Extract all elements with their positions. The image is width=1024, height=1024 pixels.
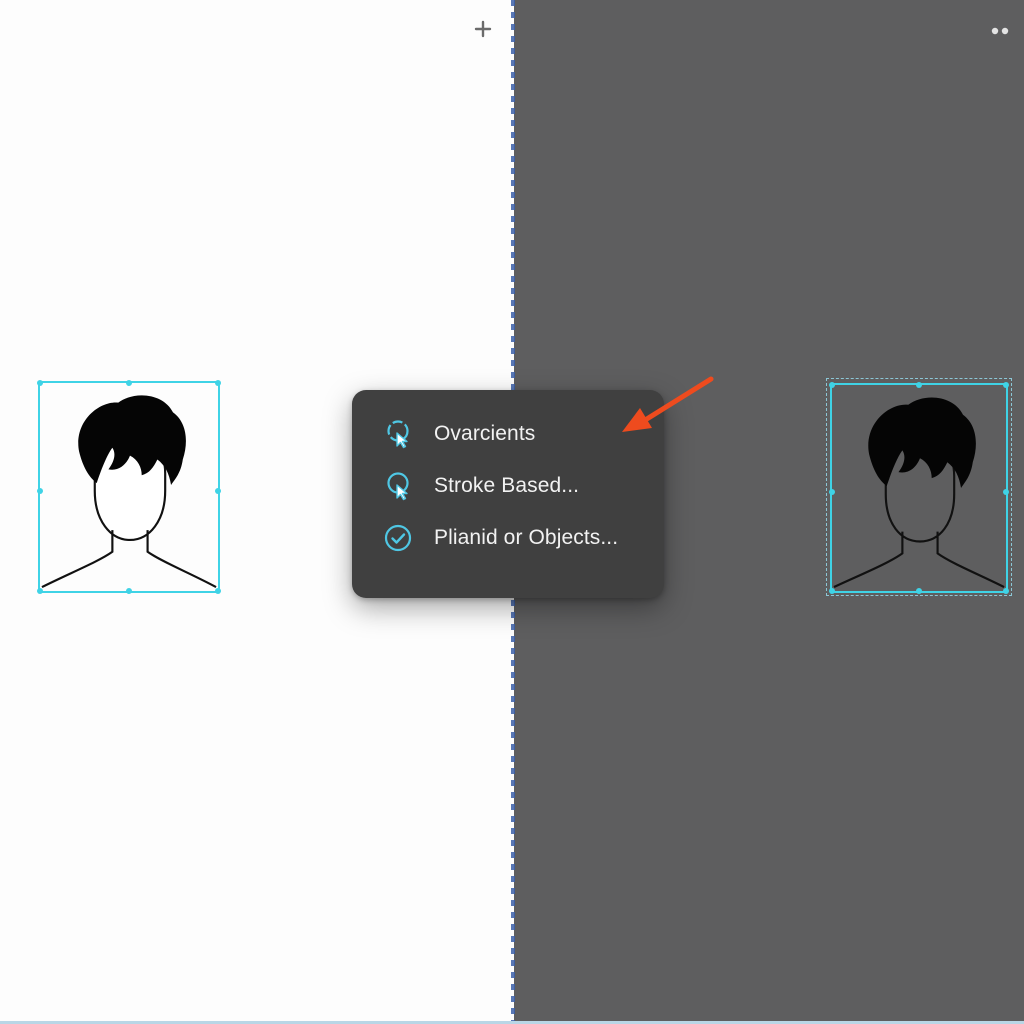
right-selected-object[interactable]	[826, 378, 1012, 596]
resize-handle-right[interactable]	[215, 488, 221, 495]
resize-handle-top-left[interactable]	[829, 382, 835, 388]
menu-item-label: Stroke Based...	[434, 474, 580, 497]
more-dots-icon	[991, 27, 1009, 35]
resize-handle-left[interactable]	[829, 489, 835, 496]
resize-handle-bottom[interactable]	[126, 588, 132, 594]
resize-handle-top[interactable]	[126, 380, 132, 386]
resize-handle-bottom[interactable]	[916, 588, 922, 594]
resize-handle-bottom-left[interactable]	[37, 588, 43, 594]
resize-handle-top[interactable]	[916, 382, 922, 388]
person-silhouette-icon	[41, 395, 217, 589]
menu-item-stroke-based[interactable]: Stroke Based...	[352, 460, 664, 512]
plus-icon	[474, 20, 492, 38]
resize-handle-bottom-right[interactable]	[215, 588, 221, 594]
more-options-button[interactable]	[986, 20, 1014, 42]
resize-handle-bottom-right[interactable]	[1003, 588, 1009, 594]
lasso-pointer-icon	[382, 418, 414, 450]
selection-outline	[829, 382, 1009, 594]
menu-item-label: Ovarcients	[434, 422, 536, 445]
resize-handle-top-left[interactable]	[37, 380, 43, 386]
red-arrow-icon	[622, 376, 714, 432]
resize-handle-bottom-left[interactable]	[829, 588, 835, 594]
resize-handle-top-right[interactable]	[215, 380, 221, 386]
person-silhouette-icon	[833, 397, 1005, 589]
menu-item-plianid-or-objects[interactable]: Plianid or Objects...	[352, 512, 664, 564]
canvas: Ovarcients Stroke Based... Plianid or Ob…	[0, 0, 1024, 1024]
menu-item-label: Plianid or Objects...	[434, 526, 619, 549]
add-button[interactable]	[470, 16, 496, 42]
left-selected-object[interactable]	[37, 380, 221, 594]
resize-handle-left[interactable]	[37, 488, 43, 495]
resize-handle-top-right[interactable]	[1003, 382, 1009, 388]
check-circle-icon	[382, 522, 414, 554]
resize-handle-right[interactable]	[1003, 489, 1009, 496]
stroke-pointer-icon	[382, 470, 414, 502]
